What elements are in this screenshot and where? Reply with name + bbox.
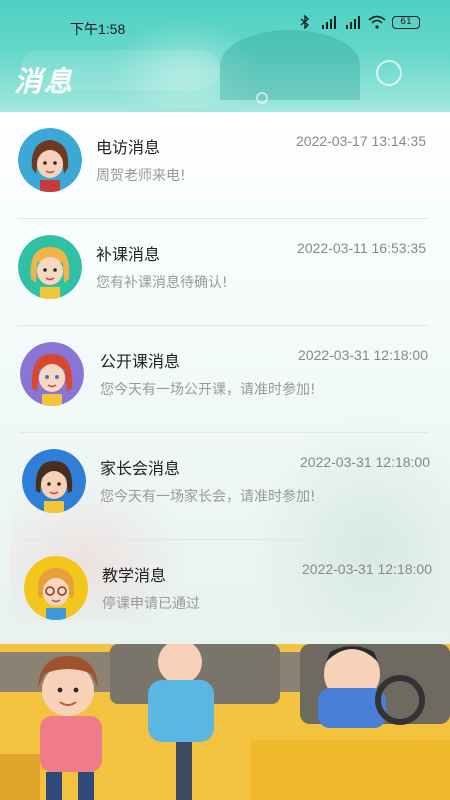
header-banner: 下午1:58 61 消息 <box>0 0 450 112</box>
girl-blonde-avatar-icon <box>18 235 82 299</box>
message-timestamp: 2022-03-11 16:53:35 <box>297 240 426 256</box>
message-item-parent-meeting[interactable]: 家长会消息 2022-03-31 12:18:00 您今天有一场家长会，请准时参… <box>0 433 450 540</box>
message-timestamp: 2022-03-31 12:18:00 <box>298 347 428 363</box>
school-bus-kids-illustration <box>0 644 450 800</box>
bluetooth-icon <box>296 14 314 30</box>
message-item-open-class[interactable]: 公开课消息 2022-03-31 12:18:00 您今天有一场公开课，请准时参… <box>0 326 450 433</box>
message-item-phone-visit[interactable]: 电访消息 2022-03-17 13:14:35 周贺老师来电! <box>0 112 450 219</box>
battery-indicator: 61 <box>392 15 420 29</box>
message-title: 公开课消息 <box>100 352 181 371</box>
message-list[interactable]: 电访消息 2022-03-17 13:14:35 周贺老师来电! 补课消息 20… <box>0 112 450 644</box>
message-description: 停课申请已通过 <box>102 596 200 612</box>
page-title: 消息 <box>14 65 75 98</box>
message-description: 您有补课消息待确认! <box>96 275 228 291</box>
message-description: 周贺老师来电! <box>96 168 186 184</box>
header-ring-decoration <box>256 92 268 104</box>
message-timestamp: 2022-03-17 13:14:35 <box>296 133 426 149</box>
girl-dark-hair-avatar-icon <box>22 449 86 513</box>
message-timestamp: 2022-03-31 12:18:00 <box>302 561 432 577</box>
header-ring-decoration <box>376 60 402 86</box>
girl-brown-hair-avatar-icon <box>18 128 82 192</box>
message-item-makeup-class[interactable]: 补课消息 2022-03-11 16:53:35 您有补课消息待确认! <box>0 219 450 326</box>
girl-red-hair-avatar-icon <box>20 342 84 406</box>
message-title: 电访消息 <box>96 138 161 157</box>
message-description: 您今天有一场家长会，请准时参加! <box>100 489 316 505</box>
status-icons: 61 <box>296 14 420 30</box>
girl-glasses-avatar-icon <box>24 556 88 620</box>
message-title: 补课消息 <box>96 245 161 264</box>
message-item-teaching[interactable]: 教学消息 2022-03-31 12:18:00 停课申请已通过 <box>0 540 450 644</box>
message-description: 您今天有一场公开课，请准时参加! <box>100 382 316 398</box>
signal-hd-icon <box>320 14 338 30</box>
status-bar: 下午1:58 61 <box>0 0 450 52</box>
message-title: 教学消息 <box>102 566 167 585</box>
wifi-icon <box>368 14 386 30</box>
signal-icon <box>344 14 362 30</box>
message-timestamp: 2022-03-31 12:18:00 <box>300 454 430 470</box>
message-title: 家长会消息 <box>100 459 181 478</box>
status-time: 下午1:58 <box>70 21 126 37</box>
